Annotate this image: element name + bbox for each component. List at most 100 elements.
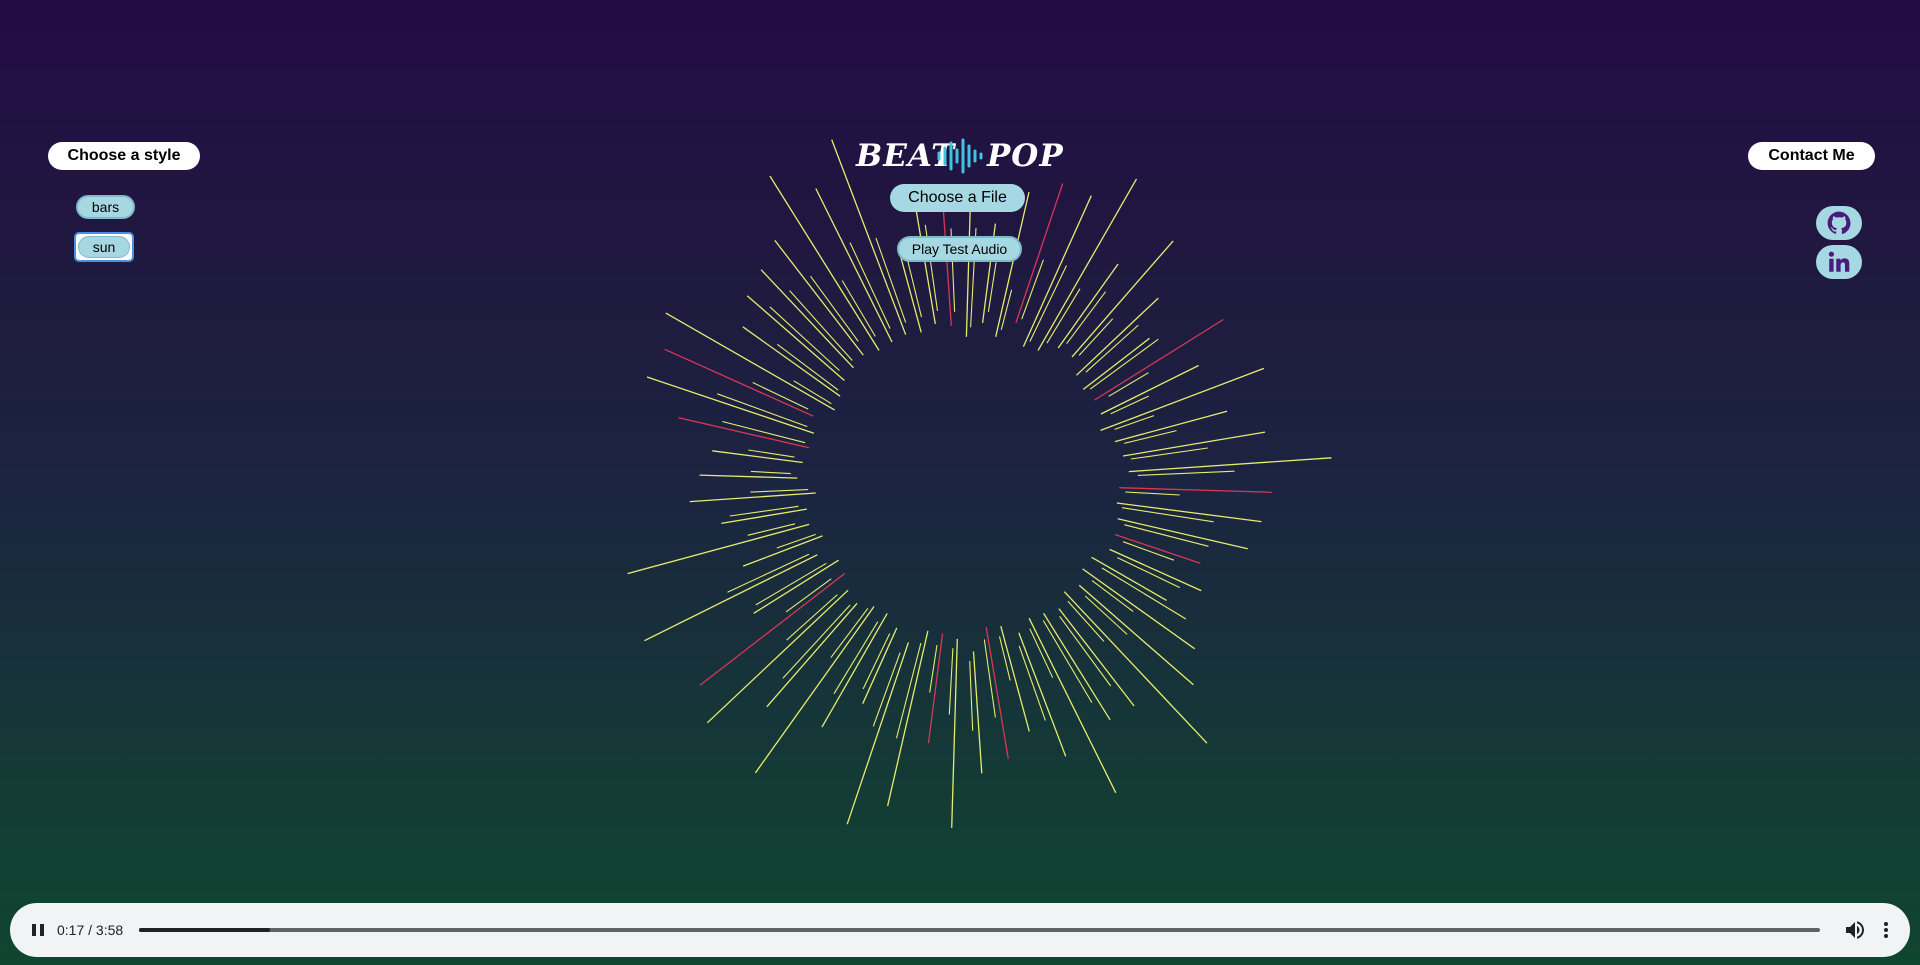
style-bars-button[interactable]: bars [76,195,135,219]
visualizer-ray [1122,541,1175,561]
visualizer-ray [729,505,799,517]
time-display: 0:17 / 3:58 [57,922,124,938]
visualizer-ray [689,492,816,503]
visualizer-ray [753,559,839,614]
visualizer-ray [1101,567,1187,620]
beatpop-logo: BEAT POP [856,135,1063,177]
visualizer-ray [1022,195,1092,347]
visualizer-ray [1117,518,1248,550]
visualizer-ray [793,380,832,405]
visualizer-ray [750,470,791,475]
visualizer-ray [830,607,869,658]
visualizer-ray [721,508,807,525]
pause-icon[interactable] [28,920,48,940]
more-vert-icon[interactable] [1878,918,1894,942]
style-sun-focus-ring: sun [74,232,134,262]
visualizer-ray [821,613,888,728]
visualizer-ray [1067,600,1105,642]
sound-wave-icon [937,138,983,174]
visualizer-ray [1058,608,1135,707]
visualizer-ray [665,312,835,411]
visualizer-ray [782,604,851,679]
visualizer-ray [727,553,810,593]
visualizer-ray [1075,297,1159,376]
visualizer-ray [1021,259,1044,320]
visualizer-ray [776,343,839,391]
visualizer-ray [1078,584,1194,686]
visualizer-ray [712,450,803,464]
visualizer-ray [769,175,880,351]
visualizer-ray [1078,318,1114,356]
visualizer-ray [755,562,827,606]
visualizer-ray [1091,556,1167,601]
seek-bar-progress [139,928,271,932]
visualizer-ray [1114,533,1201,564]
visualizer-ray [985,627,1009,760]
visualizer-ray [754,606,875,774]
volume-icon[interactable] [1843,918,1867,942]
visualizer-ray [746,295,845,381]
visualizer-ray [1066,291,1107,345]
visualizer-ray [1110,395,1149,415]
visualizer-ray [776,533,816,549]
visualizer-ray [752,382,809,410]
visualizer-ray [1109,548,1202,592]
seek-bar[interactable] [139,928,1820,932]
visualizer-ray [646,376,815,434]
visualizer-ray [786,594,838,641]
visualizer-ray [810,275,859,342]
visualizer-ray [644,554,818,642]
visualizer-ray [742,326,841,397]
audio-player: 0:17 / 3:58 [10,903,1910,957]
visualizer-ray [972,651,983,774]
visualizer-ray [1128,457,1332,473]
visualizer-ray [1117,557,1181,589]
visualizer-ray [1037,178,1138,351]
visualizer-ray [1042,620,1093,703]
visualizer-ray [664,348,814,417]
visualizer-ray [1000,626,1030,732]
visualizer-ray [627,523,810,575]
logo-text-right: POP [987,138,1064,174]
visualizer-ray [1121,507,1214,523]
play-test-audio-button[interactable]: Play Test Audio [897,236,1022,262]
visualizer-ray [872,652,901,727]
choose-style-heading: Choose a style [48,142,200,170]
visualizer-ray [1084,595,1128,635]
visualizer-ray [1100,367,1265,432]
visualizer-ray [1094,318,1224,401]
visualizer-ray [774,240,864,356]
visualizer-ray [766,602,858,708]
visualizer-ray [789,290,853,361]
visualizer-ray [846,642,910,825]
visualizer-ray [987,262,997,312]
visualizer-ray [722,420,806,444]
visualizer-ray [1100,364,1199,415]
choose-file-button[interactable]: Choose a File [890,184,1025,212]
visualizer-ray [951,638,958,828]
visualizer-ray [1071,240,1174,358]
visualizer-ray [833,621,879,694]
visualizer-ray [965,208,971,337]
github-link[interactable] [1816,206,1862,240]
linkedin-icon [1828,251,1850,272]
contact-me-button[interactable]: Contact Me [1748,142,1875,170]
visualizer-ray [1000,289,1013,330]
visualizer-ray [1114,415,1155,430]
visualizer-ray [717,393,808,428]
visualizer-ray [1082,337,1150,390]
visualizer-ray [1116,502,1262,523]
visualizer-ray [1123,430,1177,444]
visualizer-ray [1122,431,1266,457]
visualizer-ray [1046,288,1081,344]
visualizer-ray [1124,524,1209,547]
visualizer-ray [983,639,996,718]
visualizer-ray [706,589,849,724]
visualizer-ray [1137,470,1235,476]
linkedin-link[interactable] [1816,245,1862,279]
style-sun-button[interactable]: sun [78,236,130,258]
visualizer-ray [678,417,810,449]
visualizer-ray [1119,487,1273,493]
visualizer-ray [1059,615,1112,687]
visualizer-ray [1089,338,1159,390]
